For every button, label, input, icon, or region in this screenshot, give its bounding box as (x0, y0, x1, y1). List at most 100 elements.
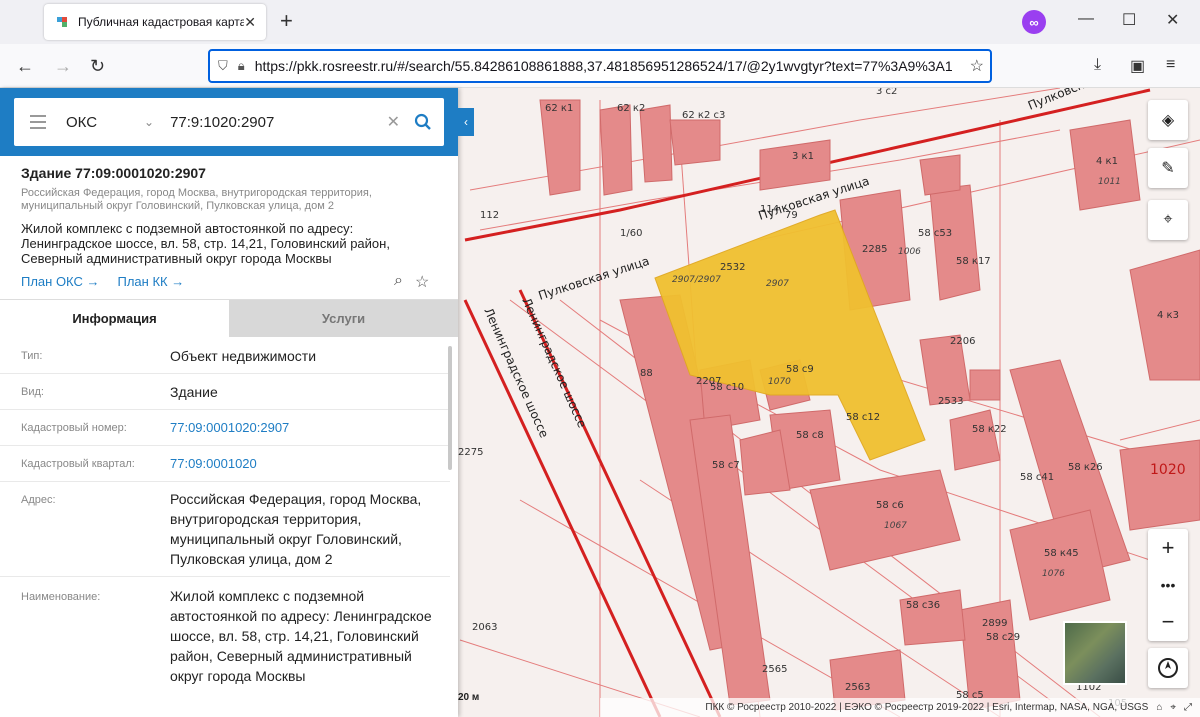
search-input[interactable]: 77:9:1020:2907 (170, 114, 387, 131)
url-bar[interactable]: ⛉ 🔒︎ https://pkk.rosreestr.ru/#/search/5… (208, 49, 992, 83)
svg-text:88: 88 (640, 368, 653, 379)
attr-row-name: Наименование: Жилой комплекс с подземной… (0, 577, 450, 717)
back-icon[interactable]: ← (16, 56, 34, 76)
svg-text:4 к3: 4 к3 (1157, 310, 1179, 321)
zoom-in-button[interactable]: + (1148, 529, 1188, 566)
svg-text:58 к17: 58 к17 (956, 256, 991, 267)
home-icon[interactable]: ⌂ (1156, 702, 1162, 713)
svg-text:58 с10: 58 с10 (710, 382, 744, 393)
map-scale: 20 м (458, 692, 480, 703)
cadastral-number-link[interactable]: 77:09:0001020:2907 (170, 418, 440, 438)
maximize-icon[interactable]: ☐ (1122, 10, 1136, 30)
ruler-icon[interactable]: ✎ (1148, 148, 1188, 188)
minimize-icon[interactable]: — (1078, 10, 1094, 28)
svg-text:58 с9: 58 с9 (786, 364, 814, 375)
svg-text:2563: 2563 (845, 682, 870, 693)
svg-text:1011: 1011 (1098, 177, 1121, 187)
svg-text:58 с12: 58 с12 (846, 412, 880, 423)
attr-row-quarter: Кадастровый квартал: 77:09:0001020 (0, 446, 450, 482)
new-tab-button[interactable]: + (280, 10, 293, 32)
collapse-panel-button[interactable]: ‹ (458, 108, 474, 136)
search-box: ОКС ⌄ 77:9:1020:2907 ✕ (14, 98, 444, 146)
map-attribution: ПКК © Росреестр 2010-2022 | ЕЭКО © Росре… (600, 698, 1200, 717)
svg-text:2565: 2565 (762, 664, 787, 675)
lock-icon[interactable]: 🔒︎ (238, 58, 245, 74)
svg-text:58 с41: 58 с41 (1020, 472, 1054, 483)
svg-text:4 к1: 4 к1 (1096, 156, 1118, 167)
svg-text:58 с29: 58 с29 (986, 632, 1020, 643)
object-links: План ОКС → План КК → (21, 274, 184, 289)
favorite-star-icon[interactable]: ☆ (415, 272, 429, 292)
svg-text:58 к22: 58 к22 (972, 424, 1007, 435)
attribution-text: ПКК © Росреестр 2010-2022 | ЕЭКО © Росре… (705, 702, 1149, 713)
tab-info[interactable]: Информация (0, 300, 229, 337)
more-icon[interactable]: ••• (1148, 566, 1188, 603)
menu-burger-icon[interactable] (30, 115, 46, 129)
svg-text:112: 112 (480, 210, 499, 221)
downloads-icon[interactable]: ⤓ (1094, 56, 1101, 74)
shield-icon[interactable]: ⛉ (218, 58, 228, 74)
plan-kk-link[interactable]: План КК → (118, 274, 185, 289)
tab-services[interactable]: Услуги (229, 300, 458, 337)
url-text[interactable]: https://pkk.rosreestr.ru/#/search/55.842… (255, 58, 964, 74)
svg-text:3 к1: 3 к1 (792, 151, 814, 162)
svg-text:2899: 2899 (982, 618, 1007, 629)
zoom-out-button[interactable]: − (1148, 603, 1188, 640)
attr-value: Здание (170, 384, 218, 400)
basemap-switcher[interactable] (1063, 621, 1127, 685)
site-favicon-icon (57, 17, 67, 27)
svg-text:1076: 1076 (1042, 569, 1065, 579)
attr-row-cadastral-number: Кадастровый номер: 77:09:0001020:2907 (0, 410, 450, 446)
svg-text:1067: 1067 (884, 521, 907, 531)
svg-text:62 к2 с3: 62 к2 с3 (682, 110, 725, 121)
svg-text:62 к2: 62 к2 (617, 103, 645, 114)
object-name: Жилой комплекс с подземной автостоянкой … (21, 221, 390, 266)
zoom-to-object-icon[interactable]: ⌕ (394, 272, 403, 292)
browser-tab-strip: Публичная кадастровая карта ✕ + ∞ — ☐ ✕ (0, 0, 1200, 44)
reload-icon[interactable]: ↻ (90, 56, 105, 76)
search-bar: ОКС ⌄ 77:9:1020:2907 ✕ (0, 88, 458, 156)
plan-oks-link[interactable]: План ОКС → (21, 274, 100, 289)
svg-text:1006: 1006 (898, 247, 921, 257)
screenshot-icon[interactable]: ▣ (1130, 56, 1145, 76)
attr-value: Жилой комплекс с подземной автостоянкой … (170, 588, 432, 684)
tab-title: Публичная кадастровая карта (78, 15, 245, 29)
svg-text:58 с36: 58 с36 (906, 600, 940, 611)
svg-text:2533: 2533 (938, 396, 963, 407)
search-type-select[interactable]: ОКС (66, 114, 144, 131)
svg-text:1/60: 1/60 (620, 228, 642, 239)
search-icon[interactable] (414, 113, 432, 131)
attr-label: Наименование: (21, 591, 101, 603)
panel-scrollbar[interactable] (448, 346, 452, 470)
close-tab-icon[interactable]: ✕ (244, 14, 256, 31)
svg-text:58 к45: 58 к45 (1044, 548, 1079, 559)
chevron-down-icon[interactable]: ⌄ (144, 115, 154, 129)
svg-text:62 к1: 62 к1 (545, 103, 573, 114)
attr-row-address: Адрес: Российская Федерация, город Москв… (0, 482, 450, 577)
svg-text:2532: 2532 (720, 262, 745, 273)
svg-text:2275: 2275 (458, 447, 483, 458)
attr-label: Тип: (21, 350, 43, 362)
compass-icon[interactable] (1148, 648, 1188, 688)
expand-icon[interactable]: ⤢ (1184, 702, 1192, 713)
cadastral-quarter-link[interactable]: 77:09:0001020 (170, 454, 440, 474)
browser-tab[interactable]: Публичная кадастровая карта ✕ (44, 4, 266, 40)
bookmark-star-icon[interactable]: ☆ (970, 56, 984, 76)
locate-icon[interactable]: ⌖ (1148, 200, 1188, 240)
svg-text:58 с7: 58 с7 (712, 460, 740, 471)
clear-icon[interactable]: ✕ (387, 112, 400, 132)
close-window-icon[interactable]: ✕ (1166, 10, 1179, 30)
svg-text:1020: 1020 (1150, 462, 1186, 478)
locate-small-icon[interactable]: ⌖ (1170, 702, 1176, 713)
attr-label: Адрес: (21, 494, 56, 506)
svg-text:2907/2907: 2907/2907 (672, 275, 721, 285)
attr-value: Объект недвижимости (170, 348, 317, 364)
svg-text:1070: 1070 (768, 377, 791, 387)
svg-text:58 с6: 58 с6 (876, 500, 904, 511)
forward-icon[interactable]: → (54, 56, 72, 76)
extension-icon[interactable]: ∞ (1022, 10, 1046, 34)
menu-icon[interactable]: ≡ (1166, 56, 1175, 74)
layers-icon[interactable]: ◈ (1148, 100, 1188, 140)
attr-label: Кадастровый номер: (21, 422, 127, 434)
svg-text:3 с2: 3 с2 (876, 88, 897, 97)
